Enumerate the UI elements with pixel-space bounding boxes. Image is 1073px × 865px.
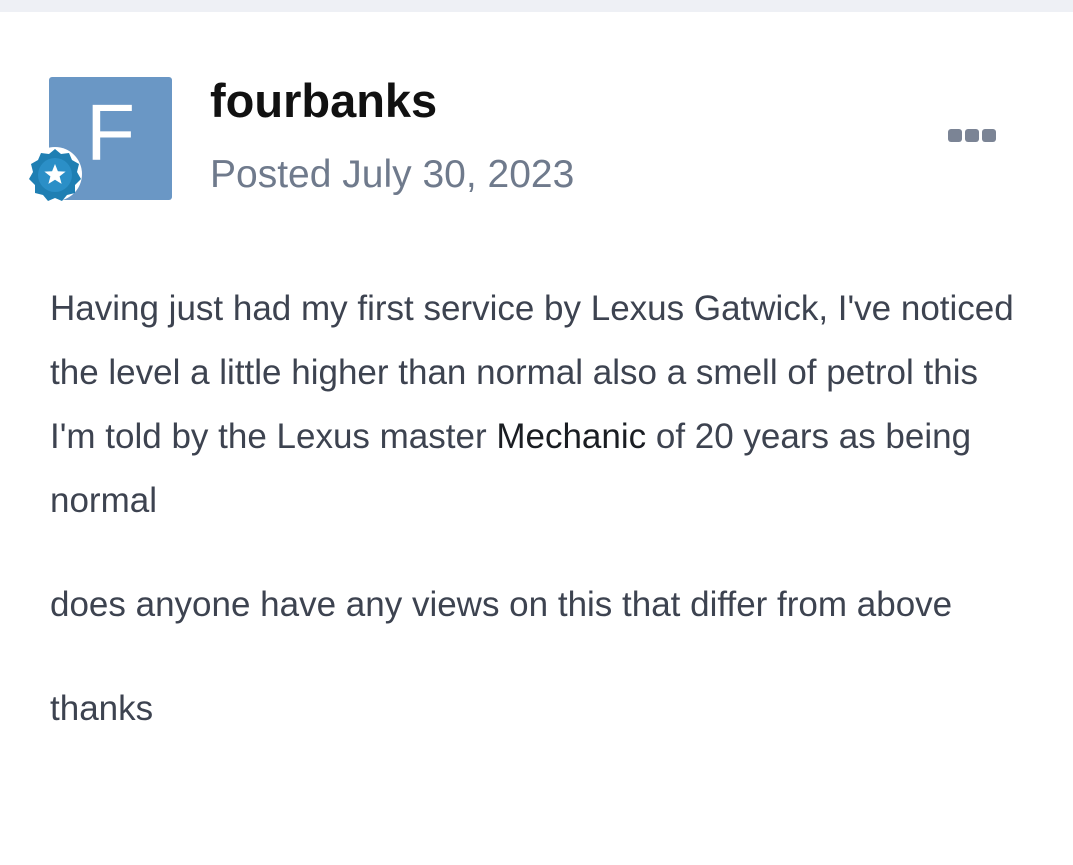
forum-post: F fourbanks Posted July 30, 2023 Having … bbox=[0, 12, 1073, 865]
post-date: Posted July 30, 2023 bbox=[210, 152, 574, 198]
post-content: Having just had my first service by Lexu… bbox=[50, 277, 1030, 781]
post-paragraph: Having just had my first service by Lexu… bbox=[50, 277, 1030, 533]
ellipsis-dot bbox=[982, 129, 996, 142]
ellipsis-dot bbox=[965, 129, 979, 142]
author-avatar-group[interactable]: F bbox=[26, 77, 172, 213]
posted-date-link[interactable]: July 30, 2023 bbox=[342, 153, 574, 196]
ellipsis-icon[interactable] bbox=[944, 122, 1002, 146]
post-paragraph: thanks bbox=[50, 689, 154, 728]
ellipsis-dot bbox=[948, 129, 962, 142]
top-strip bbox=[0, 0, 1073, 12]
post-paragraph: does anyone have any views on this that … bbox=[50, 585, 953, 624]
star-badge-icon bbox=[28, 147, 82, 201]
author-name-link[interactable]: fourbanks bbox=[210, 73, 437, 129]
posted-label: Posted bbox=[210, 153, 332, 196]
highlighted-term: Mechanic bbox=[496, 417, 647, 456]
